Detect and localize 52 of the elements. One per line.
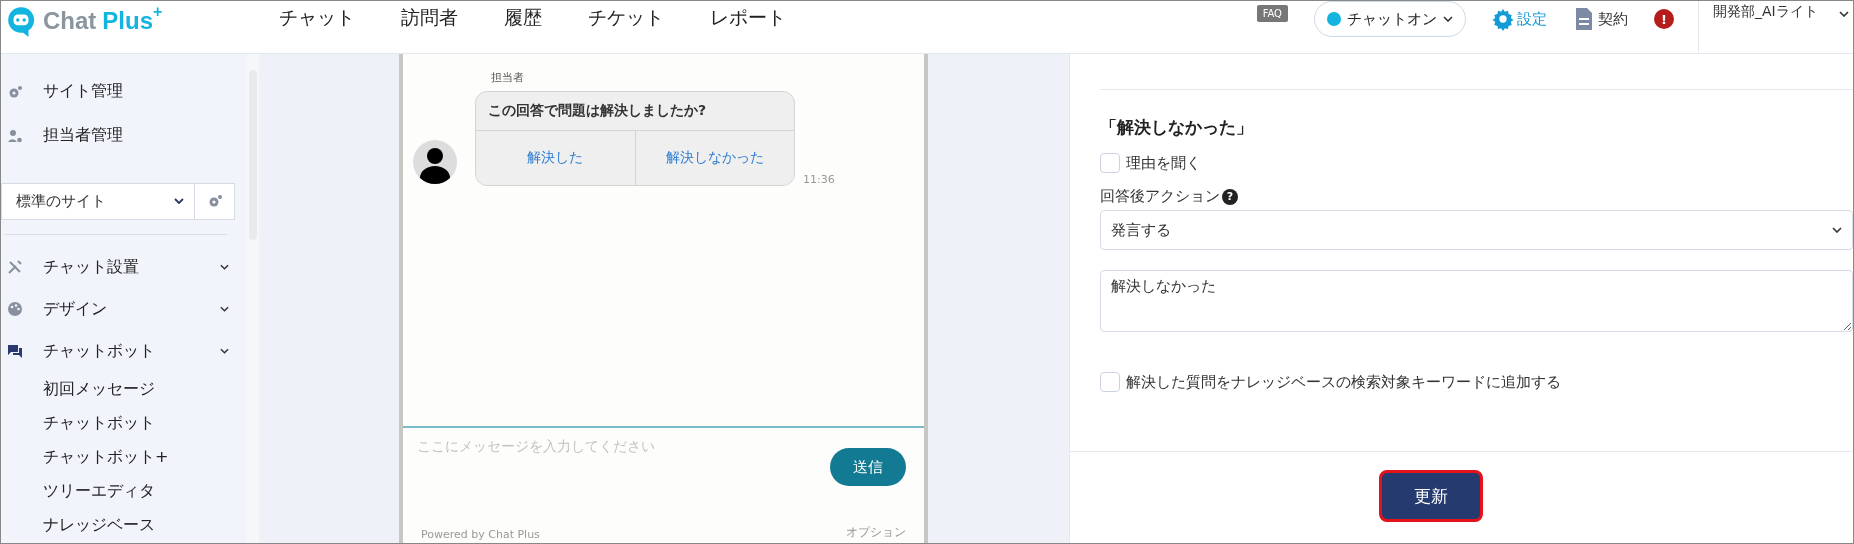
section-heading: 「解決しなかった」 [1100,116,1254,139]
chevron-icon [1443,16,1453,22]
faq-button[interactable]: FAQ [1256,5,1288,22]
checkbox[interactable] [1100,372,1120,392]
chevron-icon [220,348,229,355]
nav-tab[interactable]: レポート [710,5,786,31]
update-button[interactable]: 更新 [1378,470,1483,522]
sidebar-item[interactable]: 担当者管理 [1,113,247,158]
agent-name: 担当者 [491,70,524,85]
sidebar-subitem[interactable]: ナレッジベース [1,508,247,543]
sidebar-subitem[interactable]: 初回メッセージ [1,371,247,407]
sidebar-subitem[interactable]: ツリーエディタ [1,474,247,509]
send-button[interactable]: 送信 [830,448,906,486]
message-time: 11:36 [803,173,835,186]
chevron-icon [220,264,229,271]
nav-tab[interactable]: チャット [279,5,355,31]
field-label: 回答後アクション [1100,187,1220,206]
answer-option[interactable]: 解決しなかった [634,131,794,185]
alert-badge[interactable]: ! [1654,9,1674,29]
checkbox-label: 解決した質問をナレッジベースの検索対象キーワードに追加する [1126,372,1561,392]
sidebar-subitem[interactable]: チャットボット [1,406,247,441]
palette-icon [7,301,23,318]
action-select[interactable]: 発言する [1100,210,1853,250]
scrollbar[interactable] [247,54,259,543]
avatar-icon [413,140,457,184]
chevron-icon [220,306,229,313]
sidebar-subitem[interactable]: チャットボット+ [1,440,247,475]
nav-tab[interactable]: チケット [588,5,664,31]
sidebar-group[interactable]: チャット設置 [1,246,247,289]
nav-tab[interactable]: 履歴 [504,5,542,31]
site-select[interactable]: 標準のサイト [1,183,195,220]
chat-status-toggle[interactable]: チャットオン [1314,1,1466,37]
chevron-icon [1832,227,1842,233]
document-icon [1573,7,1595,31]
help-icon[interactable]: ? [1222,188,1238,205]
message-textarea[interactable]: 解決しなかった [1100,270,1853,332]
gear-icon [7,83,23,100]
chat-icon [7,343,23,360]
tools-icon [7,259,23,276]
sidebar-group[interactable]: チャットボット [1,330,247,372]
user-icon [7,127,23,144]
checkbox[interactable] [1100,153,1120,173]
gear-icon [1492,7,1514,31]
sidebar-item[interactable]: サイト管理 [1,70,247,114]
settings-button[interactable] [195,183,235,220]
nav-tab[interactable]: 訪問者 [401,5,458,31]
chevron-icon [1839,11,1849,17]
sidebar-group[interactable]: デザイン [1,288,247,331]
chevron-icon [174,198,184,205]
contract-link[interactable]: 契約 [1573,7,1628,31]
checkbox-label: 理由を聞く [1126,153,1201,173]
powered-by-text: Powered by Chat Plus [421,528,540,541]
